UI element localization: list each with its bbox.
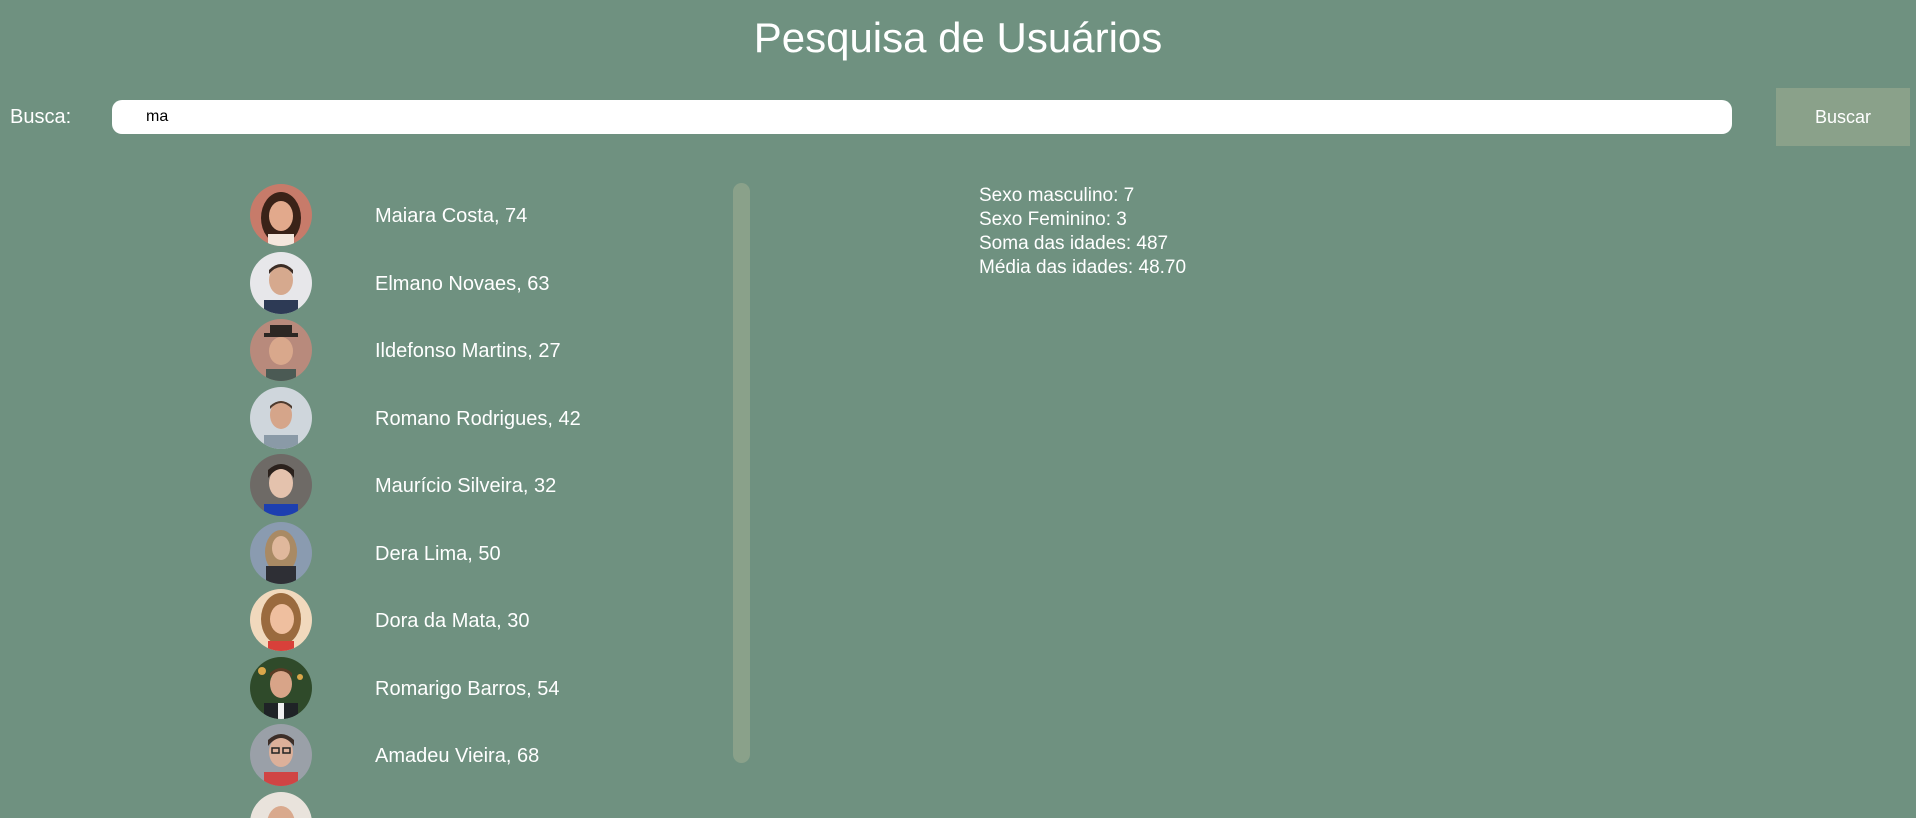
- man-avatar: [250, 386, 312, 449]
- search-button[interactable]: Buscar: [1776, 88, 1910, 146]
- user-age: , 63: [516, 272, 550, 295]
- man-avatar: [250, 791, 312, 818]
- user-age: , 30: [496, 610, 530, 632]
- list-scrollbar[interactable]: [733, 183, 750, 763]
- stat-age-average: Média das idades: 48.70: [979, 257, 1187, 278]
- woman-avatar: [250, 184, 312, 246]
- list-item: Dora da Mata, 30: [240, 587, 760, 655]
- user-name: Dora da Mata: [375, 610, 497, 632]
- user-age: , 54: [526, 677, 560, 700]
- man-avatar: [250, 656, 312, 719]
- stat-male-count: Sexo masculino: 7: [979, 185, 1135, 206]
- user-name: Romarigo Barros: [375, 677, 527, 700]
- man-avatar: [250, 454, 312, 516]
- user-age: , 50: [467, 542, 501, 565]
- user-age: , 74: [493, 205, 528, 227]
- stat-age-sum: Soma das idades: 487: [979, 233, 1169, 254]
- list-item: Dera Lima, 50: [240, 520, 760, 588]
- user-age: , 42: [547, 407, 581, 430]
- woman-avatar: [250, 589, 312, 651]
- man-avatar: [250, 724, 312, 786]
- list-item: [240, 790, 760, 818]
- list-item: Romarigo Barros, 54: [240, 655, 760, 723]
- list-item: Amadeu Vieira, 68: [240, 722, 760, 790]
- user-list[interactable]: Maiara Costa, 74 Elmano Novaes, 63 Ildef…: [240, 182, 760, 818]
- stats-panel: Sexo masculino: 7 Sexo Feminino: 3 Soma …: [979, 184, 1186, 280]
- man-avatar: [250, 251, 312, 314]
- user-name: Maiara Costa: [375, 205, 494, 227]
- user-age: , 68: [505, 745, 540, 767]
- user-name: Romano Rodrigues: [375, 407, 548, 430]
- user-age: , 32: [522, 475, 557, 497]
- stat-female-count: Sexo Feminino: 3: [979, 209, 1127, 230]
- user-name: Amadeu Vieira: [375, 745, 506, 767]
- user-name: Dera Lima: [375, 542, 468, 565]
- user-age: , 27: [527, 340, 561, 362]
- page-title: Pesquisa de Usuários: [753, 14, 1163, 61]
- list-item: Maiara Costa, 74: [240, 182, 760, 250]
- list-item: Elmano Novaes, 63: [240, 250, 760, 318]
- search-label: Busca:: [10, 106, 72, 128]
- search-input[interactable]: [112, 100, 1732, 134]
- user-name: Ildefonso Martins: [375, 340, 528, 362]
- user-name: Maurício Silveira: [375, 475, 523, 497]
- man-with-hat-avatar: [250, 319, 312, 381]
- list-item: Ildefonso Martins, 27: [240, 317, 760, 385]
- list-item: Maurício Silveira, 32: [240, 452, 760, 520]
- woman-avatar: [250, 521, 312, 584]
- list-item: Romano Rodrigues, 42: [240, 385, 760, 453]
- user-name: Elmano Novaes: [375, 272, 517, 295]
